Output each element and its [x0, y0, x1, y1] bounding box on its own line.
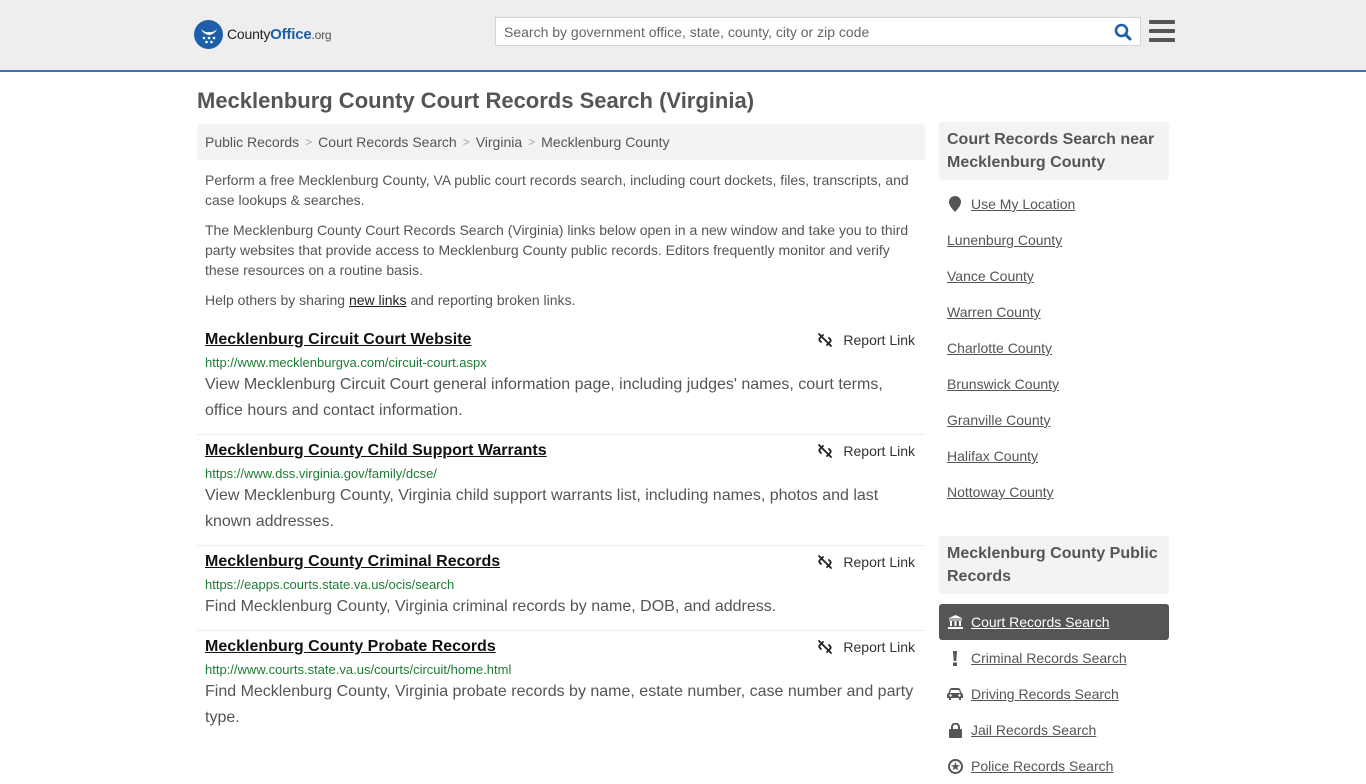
report-link-button[interactable]: Report Link — [817, 332, 915, 348]
breadcrumb-virginia[interactable]: Virginia — [476, 134, 522, 150]
result-title-link[interactable]: Mecklenburg Circuit Court Website — [205, 330, 471, 350]
jail-records-search-link[interactable]: Jail Records Search — [971, 722, 1096, 738]
search-box — [495, 17, 1141, 46]
search-button[interactable] — [1106, 18, 1140, 45]
report-link-button[interactable]: Report Link — [817, 443, 915, 459]
site-logo-text: CountyOffice.org — [227, 26, 332, 43]
broken-link-icon — [818, 640, 833, 654]
broken-link-icon — [818, 444, 833, 458]
result-description: Find Mecklenburg County, Virginia crimin… — [205, 598, 777, 615]
result-url: https://eapps.courts.state.va.us/ocis/se… — [205, 577, 455, 592]
intro-paragraph-1: Perform a free Mecklenburg County, VA pu… — [205, 172, 909, 208]
public-records-list: Court Records Search Criminal Records Se… — [939, 604, 1169, 784]
search-input[interactable] — [496, 18, 1106, 45]
sidebar-item-police-records-search: Police Records Search — [947, 748, 1161, 784]
sidebar-item-nearby: Nottoway County — [947, 474, 1161, 510]
police-badge-icon — [947, 758, 963, 774]
breadcrumb-separator-icon: > — [528, 135, 536, 149]
result-item: Mecklenburg County Child Support Warrant… — [197, 435, 925, 546]
driving-records-search-link[interactable]: Driving Records Search — [971, 686, 1119, 702]
nearby-county-link[interactable]: Halifax County — [947, 448, 1038, 464]
sidebar-item-criminal-records-search: Criminal Records Search — [947, 640, 1161, 676]
nearby-county-link[interactable]: Warren County — [947, 304, 1041, 320]
court-records-search-link[interactable]: Court Records Search — [971, 614, 1110, 630]
result-item: Mecklenburg Circuit Court Website Report… — [197, 324, 925, 435]
sidebar-nearby: Court Records Search near Mecklenburg Co… — [939, 122, 1169, 510]
hamburger-menu-icon[interactable] — [1149, 19, 1175, 43]
header-bar: CountyOffice.org — [0, 0, 1366, 72]
search-icon — [1114, 23, 1132, 40]
result-title-link[interactable]: Mecklenburg County Criminal Records — [205, 552, 500, 572]
nearby-county-link[interactable]: Vance County — [947, 268, 1034, 284]
broken-link-icon — [818, 555, 833, 569]
nearby-county-link[interactable]: Nottoway County — [947, 484, 1054, 500]
results-list: Mecklenburg Circuit Court Website Report… — [197, 324, 925, 741]
sidebar-item-nearby: Granville County — [947, 402, 1161, 438]
lock-icon — [947, 722, 963, 738]
police-records-search-link[interactable]: Police Records Search — [971, 758, 1113, 774]
car-icon — [947, 688, 963, 700]
result-item: Mecklenburg County Criminal Records Repo… — [197, 546, 925, 631]
breadcrumb: Public Records > Court Records Search > … — [197, 124, 925, 160]
new-links-link[interactable]: new links — [349, 292, 407, 308]
exclamation-icon — [947, 650, 963, 666]
sidebar-item-nearby: Vance County — [947, 258, 1161, 294]
nearby-county-link[interactable]: Granville County — [947, 412, 1051, 428]
result-title-link[interactable]: Mecklenburg County Child Support Warrant… — [205, 441, 547, 461]
nearby-county-link[interactable]: Brunswick County — [947, 376, 1059, 392]
nearby-county-link[interactable]: Lunenburg County — [947, 232, 1062, 248]
result-url: https://www.dss.virginia.gov/family/dcse… — [205, 466, 437, 481]
breadcrumb-public-records[interactable]: Public Records — [205, 134, 299, 150]
report-link-button[interactable]: Report Link — [817, 639, 915, 655]
breadcrumb-separator-icon: > — [305, 135, 313, 149]
nearby-list: Use My Location Lunenburg County Vance C… — [939, 186, 1169, 510]
intro-paragraph-2: The Mecklenburg County Court Records Sea… — [205, 222, 909, 278]
sidebar-item-jail-records-search: Jail Records Search — [947, 712, 1161, 748]
sidebar-item-driving-records-search: Driving Records Search — [947, 676, 1161, 712]
broken-link-icon — [818, 333, 833, 347]
sidebar-item-nearby: Lunenburg County — [947, 222, 1161, 258]
result-description: Find Mecklenburg County, Virginia probat… — [205, 683, 914, 726]
result-item: Mecklenburg County Probate Records Repor… — [197, 631, 925, 741]
result-url: http://www.courts.state.va.us/courts/cir… — [205, 662, 512, 677]
sidebar-item-court-records-search[interactable]: Court Records Search — [939, 604, 1169, 640]
result-title-link[interactable]: Mecklenburg County Probate Records — [205, 637, 496, 657]
sidebar-item-use-my-location: Use My Location — [947, 186, 1161, 222]
breadcrumb-mecklenburg-county[interactable]: Mecklenburg County — [541, 134, 669, 150]
result-url: http://www.mecklenburgva.com/circuit-cou… — [205, 355, 487, 370]
sidebar-item-nearby: Brunswick County — [947, 366, 1161, 402]
site-logo[interactable]: CountyOffice.org — [194, 20, 332, 49]
sidebar-public-records: Mecklenburg County Public Records Court … — [939, 536, 1169, 784]
nearby-county-link[interactable]: Charlotte County — [947, 340, 1052, 356]
intro-text: Perform a free Mecklenburg County, VA pu… — [205, 170, 920, 320]
breadcrumb-court-records-search[interactable]: Court Records Search — [318, 134, 457, 150]
report-link-button[interactable]: Report Link — [817, 554, 915, 570]
sidebar-item-nearby: Warren County — [947, 294, 1161, 330]
sidebar-public-records-heading: Mecklenburg County Public Records — [939, 536, 1169, 594]
courthouse-icon — [947, 615, 963, 629]
page-title: Mecklenburg County Court Records Search … — [197, 88, 755, 113]
map-marker-icon — [947, 196, 963, 212]
eagle-stars-logo-icon — [194, 20, 223, 49]
sidebar-item-nearby: Charlotte County — [947, 330, 1161, 366]
breadcrumb-separator-icon: > — [462, 135, 470, 149]
criminal-records-search-link[interactable]: Criminal Records Search — [971, 650, 1127, 666]
sidebar-item-nearby: Halifax County — [947, 438, 1161, 474]
sidebar-nearby-heading: Court Records Search near Mecklenburg Co… — [939, 122, 1169, 180]
result-description: View Mecklenburg County, Virginia child … — [205, 487, 879, 530]
intro-paragraph-3: Help others by sharing new links and rep… — [205, 292, 576, 308]
use-my-location-link[interactable]: Use My Location — [971, 196, 1075, 212]
result-description: View Mecklenburg Circuit Court general i… — [205, 376, 883, 419]
